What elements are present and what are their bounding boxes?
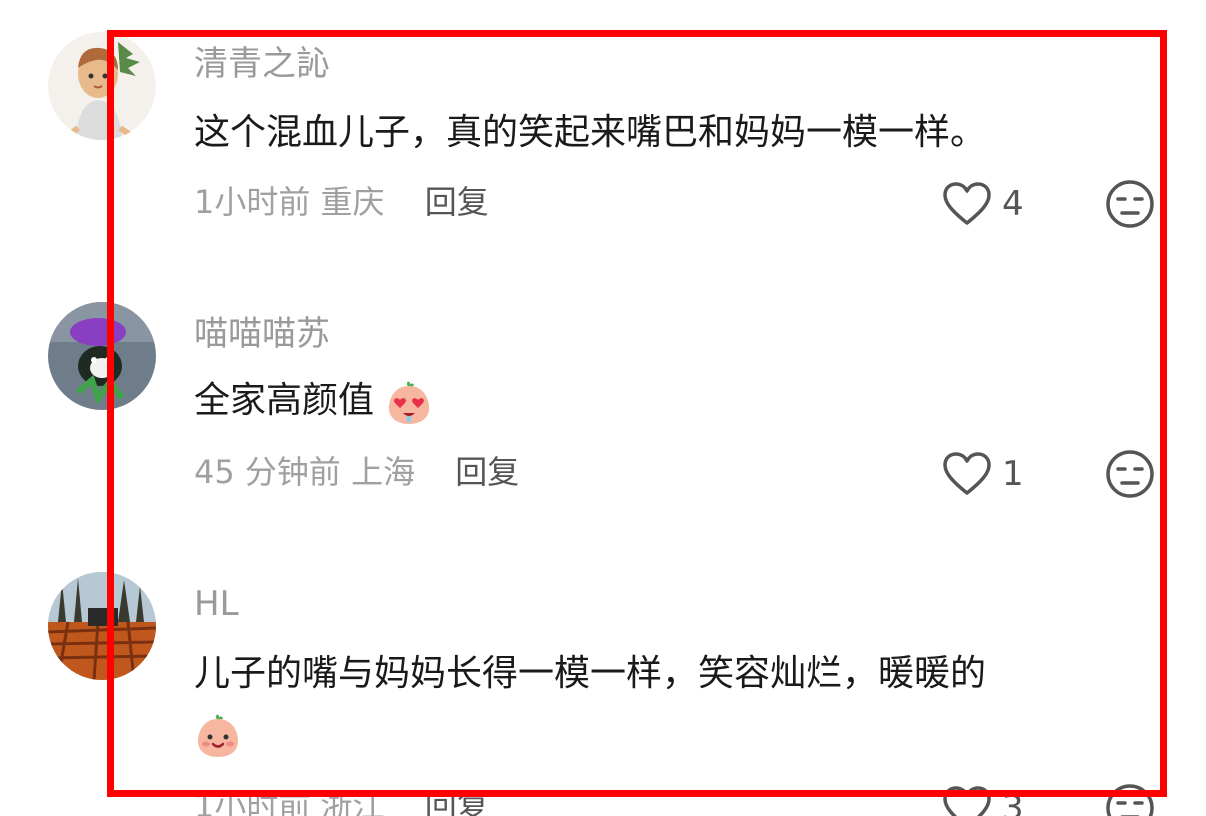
comment-meta: 1小时前 重庆 回复 [194, 182, 489, 222]
dislike-button[interactable] [1104, 178, 1156, 230]
like-button[interactable]: 3 [942, 782, 1024, 816]
like-count: 1 [1002, 454, 1024, 494]
comment-location: 重庆 [320, 183, 385, 221]
heart-icon [943, 182, 991, 225]
dislike-button[interactable] [1104, 448, 1156, 500]
like-count: 3 [1002, 788, 1024, 816]
heart-eyes-emoji-icon [389, 381, 430, 424]
comment-text-content: 儿子的嘴与妈妈长得一模一样，笑容灿烂，暖暖的 [194, 653, 987, 694]
like-button[interactable]: 4 [942, 178, 1024, 230]
comment-text-content: 全家高颜值 [194, 380, 375, 421]
like-button[interactable]: 1 [942, 448, 1024, 500]
avatar[interactable] [48, 302, 156, 410]
comment-text: 全家高颜值 [194, 378, 433, 426]
comment-time: 45 分钟前 [194, 453, 341, 491]
avatar[interactable] [48, 32, 156, 140]
heart-icon [943, 786, 991, 816]
username[interactable]: HL [194, 584, 239, 624]
comment-location: 上海 [351, 453, 416, 491]
comment-meta: 45 分钟前 上海 回复 [194, 452, 519, 492]
username[interactable]: 喵喵喵苏 [194, 314, 330, 354]
unamused-face-icon [1106, 784, 1154, 816]
dislike-button[interactable] [1104, 782, 1156, 816]
reply-button[interactable]: 回复 [425, 183, 489, 221]
avatar[interactable] [48, 572, 156, 680]
username[interactable]: 清青之訫 [194, 44, 330, 84]
heart-icon [943, 452, 991, 495]
smiling-face-emoji-icon [198, 714, 238, 757]
comment-time: 1小时前 [194, 183, 311, 221]
unamused-face-icon [1106, 450, 1154, 498]
comment-text: 儿子的嘴与妈妈长得一模一样，笑容灿烂，暖暖的 [194, 644, 1154, 764]
comment-meta: 1小时前 浙江 回复 [194, 786, 489, 816]
like-count: 4 [1002, 184, 1024, 224]
comment-text: 这个混血儿子，真的笑起来嘴巴和妈妈一模一样。 [194, 112, 987, 153]
unamused-face-icon [1106, 180, 1154, 228]
reply-button[interactable]: 回复 [455, 453, 519, 491]
comment-time: 1小时前 [194, 787, 311, 816]
reply-button[interactable]: 回复 [425, 787, 489, 816]
comment-location: 浙江 [320, 787, 385, 816]
comment-list: 清青之訫 这个混血儿子，真的笑起来嘴巴和妈妈一模一样。 1小时前 重庆 回复 4 [0, 0, 1206, 816]
